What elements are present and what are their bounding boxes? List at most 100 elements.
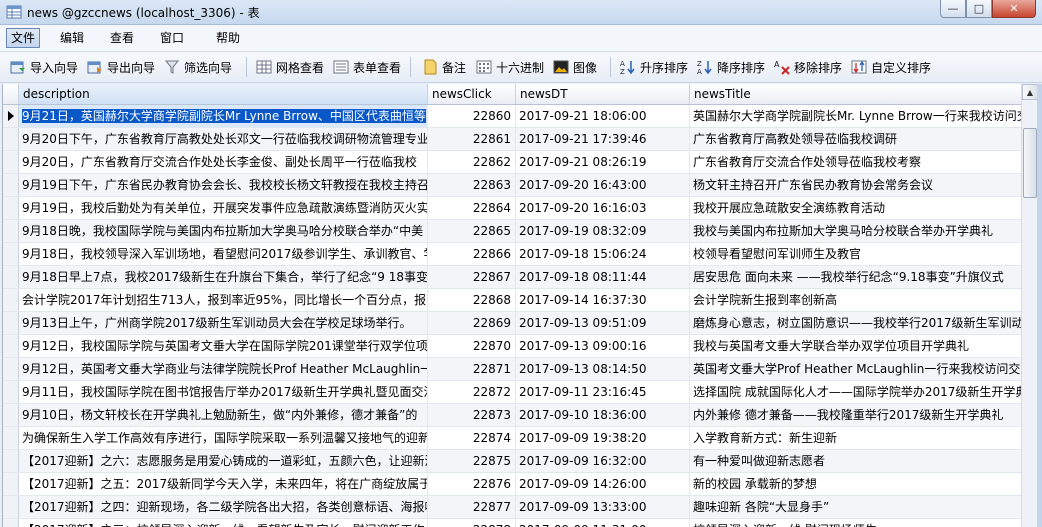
table-row[interactable]: 9月18日晚，我校国际学院与美国内布拉斯加大学奥马哈分校联合举办“中美 22865…: [3, 220, 1022, 243]
image-button[interactable]: 图像: [553, 58, 597, 76]
cell-description[interactable]: 9月18日早上7点，我校2017级新生在升旗台下集合，举行了纪念“9 18事变: [19, 266, 428, 288]
close-button[interactable]: ✕: [992, 0, 1036, 18]
table-row[interactable]: 9月21日，英国赫尔大学商学院副院长Mr Lynne Brrow、中国区代表曲恒…: [3, 105, 1022, 128]
cell-newsclick[interactable]: 22878: [428, 519, 516, 527]
table-row[interactable]: 【2017迎新】之四：迎新现场，各二级学院各出大招，各类创意标语、海报吸 2287…: [3, 496, 1022, 519]
cell-newsclick[interactable]: 22863: [428, 174, 516, 196]
cell-newsclick[interactable]: 22867: [428, 266, 516, 288]
cell-newsclick[interactable]: 22870: [428, 335, 516, 357]
column-header-newstitle[interactable]: newsTitle: [690, 84, 1022, 104]
cell-newstitle[interactable]: 英国考文垂大学Prof Heather McLaughlin一行来我校访问交流: [690, 358, 1022, 380]
row-selector[interactable]: [3, 220, 19, 242]
cell-newstitle[interactable]: 趣味迎新 各院“大显身手”: [690, 496, 1022, 518]
cell-newsdt[interactable]: 2017-09-14 16:37:30: [516, 289, 690, 311]
cell-description[interactable]: 9月20日，广东省教育厅交流合作处处长李金俊、副处长周平一行莅临我校: [19, 151, 428, 173]
row-selector[interactable]: [3, 427, 19, 449]
row-selector[interactable]: [3, 473, 19, 495]
row-selector[interactable]: [3, 312, 19, 334]
cell-newsclick[interactable]: 22866: [428, 243, 516, 265]
cell-newstitle[interactable]: 我校与美国内布拉斯加大学奥马哈分校联合举办开学典礼: [690, 220, 1022, 242]
scroll-thumb[interactable]: [1023, 128, 1037, 198]
cell-newstitle[interactable]: 广东省教育厅交流合作处领导莅临我校考察: [690, 151, 1022, 173]
cell-description[interactable]: 9月19日，我校后勤处为有关单位，开展突发事件应急疏散演练暨消防灭火实: [19, 197, 428, 219]
cell-newstitle[interactable]: 会计学院新生报到率创新高: [690, 289, 1022, 311]
table-row[interactable]: 【2017迎新】之六：志愿服务是用爱心铸成的一道彩虹，五颜六色，让迎新活 2287…: [3, 450, 1022, 473]
cell-description[interactable]: 【2017迎新】之四：迎新现场，各二级学院各出大招，各类创意标语、海报吸: [19, 496, 428, 518]
cell-description[interactable]: 会计学院2017年计划招生713人，报到率近95%，同比增长一个百分点，报到: [19, 289, 428, 311]
hex-button[interactable]: 十六进制: [476, 58, 544, 76]
cell-newsdt[interactable]: 2017-09-21 18:06:00: [516, 105, 690, 127]
cell-newsdt[interactable]: 2017-09-09 11:31:00: [516, 519, 690, 527]
memo-button[interactable]: 备注: [422, 58, 466, 76]
cell-newsclick[interactable]: 22877: [428, 496, 516, 518]
row-selector[interactable]: [3, 105, 19, 127]
maximize-button[interactable]: □: [966, 0, 992, 18]
cell-newsclick[interactable]: 22872: [428, 381, 516, 403]
menu-file[interactable]: 文件: [6, 28, 41, 48]
row-selector[interactable]: [3, 335, 19, 357]
custom-sort-button[interactable]: 自定义排序: [851, 58, 931, 76]
cell-newsdt[interactable]: 2017-09-18 08:11:44: [516, 266, 690, 288]
scroll-up-arrow[interactable]: ▲: [1022, 84, 1038, 100]
cell-newsclick[interactable]: 22860: [428, 105, 516, 127]
table-row[interactable]: 9月18日早上7点，我校2017级新生在升旗台下集合，举行了纪念“9 18事变 2…: [3, 266, 1022, 289]
table-row[interactable]: 9月20日下午，广东省教育厅高教处处长邓文一行莅临我校调研物流管理专业 22861…: [3, 128, 1022, 151]
table-row[interactable]: 9月12日，我校国际学院与英国考文垂大学在国际学院201课堂举行双学位项 2287…: [3, 335, 1022, 358]
cell-newsdt[interactable]: 2017-09-21 08:26:19: [516, 151, 690, 173]
cell-newsdt[interactable]: 2017-09-09 14:26:00: [516, 473, 690, 495]
cell-newstitle[interactable]: 新的校园 承载新的梦想: [690, 473, 1022, 495]
cell-newstitle[interactable]: 磨炼身心意志，树立国防意识——我校举行2017级新生军训动: [690, 312, 1022, 334]
cell-description[interactable]: 9月21日，英国赫尔大学商学院副院长Mr Lynne Brrow、中国区代表曲恒…: [19, 105, 428, 127]
cell-description[interactable]: 为确保新生入学工作高效有序进行，国际学院采取一系列温馨又接地气的迎新方法: [19, 427, 428, 449]
cell-newsclick[interactable]: 22873: [428, 404, 516, 426]
table-row[interactable]: 9月19日，我校后勤处为有关单位，开展突发事件应急疏散演练暨消防灭火实 22864…: [3, 197, 1022, 220]
sort-descending-button[interactable]: ZA 降序排序: [697, 58, 765, 76]
cell-newsclick[interactable]: 22862: [428, 151, 516, 173]
cell-newstitle[interactable]: 居安思危 面向未来 ——我校举行纪念“9.18事变”升旗仪式: [690, 266, 1022, 288]
table-row[interactable]: 【2017迎新】之三：校领导深入迎新一线，看望新生及家长，慰问迎新工作人员 228…: [3, 519, 1022, 527]
menu-edit[interactable]: 编辑: [56, 29, 88, 47]
row-selector[interactable]: [3, 151, 19, 173]
sort-ascending-button[interactable]: AZ 升序排序: [620, 58, 688, 76]
table-row[interactable]: 为确保新生入学工作高效有序进行，国际学院采取一系列温馨又接地气的迎新方法 2287…: [3, 427, 1022, 450]
cell-description[interactable]: 9月10日，杨文轩校长在开学典礼上勉励新生，做“内外兼修，德才兼备”的: [19, 404, 428, 426]
table-row[interactable]: 9月10日，杨文轩校长在开学典礼上勉励新生，做“内外兼修，德才兼备”的 22873…: [3, 404, 1022, 427]
cell-newstitle[interactable]: 校领导看望慰问军训师生及教官: [690, 243, 1022, 265]
import-wizard-button[interactable]: 导入向导: [10, 58, 78, 76]
row-selector[interactable]: [3, 404, 19, 426]
cell-newstitle[interactable]: 选择国院 成就国际化人才——国际学院举办2017级新生开学典: [690, 381, 1022, 403]
cell-newstitle[interactable]: 我校与英国考文垂大学联合举办双学位项目开学典礼: [690, 335, 1022, 357]
cell-newsdt[interactable]: 2017-09-09 13:33:00: [516, 496, 690, 518]
cell-newsdt[interactable]: 2017-09-13 09:00:16: [516, 335, 690, 357]
cell-newstitle[interactable]: 内外兼修 德才兼备——我校隆重举行2017级新生开学典礼: [690, 404, 1022, 426]
cell-newsdt[interactable]: 2017-09-21 17:39:46: [516, 128, 690, 150]
cell-newsclick[interactable]: 22876: [428, 473, 516, 495]
cell-description[interactable]: 【2017迎新】之五：2017级新同学今天入学，未来四年，将在广商绽放属于: [19, 473, 428, 495]
column-header-description[interactable]: description: [19, 84, 428, 104]
cell-newsclick[interactable]: 22871: [428, 358, 516, 380]
cell-newsclick[interactable]: 22874: [428, 427, 516, 449]
table-row[interactable]: 9月20日，广东省教育厅交流合作处处长李金俊、副处长周平一行莅临我校 22862 2…: [3, 151, 1022, 174]
menu-help[interactable]: 帮助: [212, 29, 244, 47]
row-selector[interactable]: [3, 197, 19, 219]
table-row[interactable]: 9月18日，我校领导深入军训场地，看望慰问2017级参训学生、承训教官、学 228…: [3, 243, 1022, 266]
row-selector[interactable]: [3, 174, 19, 196]
grid-view-button[interactable]: 网格查看: [256, 58, 324, 76]
cell-newstitle[interactable]: 我校开展应急疏散安全演练教育活动: [690, 197, 1022, 219]
row-selector[interactable]: [3, 450, 19, 472]
table-row[interactable]: 9月19日下午，广东省民办教育协会会长、我校校长杨文轩教授在我校主持召 22863…: [3, 174, 1022, 197]
cell-newstitle[interactable]: 英国赫尔大学商学院副院长Mr. Lynne Brrow一行来我校访问交: [690, 105, 1022, 127]
cell-description[interactable]: 9月13日上午，广州商学院2017级新生军训动员大会在学校足球场举行。: [19, 312, 428, 334]
cell-newstitle[interactable]: 有一种爱叫做迎新志愿者: [690, 450, 1022, 472]
cell-newsdt[interactable]: 2017-09-09 16:32:00: [516, 450, 690, 472]
table-row[interactable]: 会计学院2017年计划招生713人，报到率近95%，同比增长一个百分点，报到 22…: [3, 289, 1022, 312]
column-header-newsclick[interactable]: newsClick: [428, 84, 516, 104]
cell-description[interactable]: 9月18日，我校领导深入军训场地，看望慰问2017级参训学生、承训教官、学: [19, 243, 428, 265]
cell-newsdt[interactable]: 2017-09-20 16:43:00: [516, 174, 690, 196]
cell-description[interactable]: 9月20日下午，广东省教育厅高教处处长邓文一行莅临我校调研物流管理专业: [19, 128, 428, 150]
cell-newsdt[interactable]: 2017-09-19 08:32:09: [516, 220, 690, 242]
cell-newstitle[interactable]: 广东省教育厅高教处领导莅临我校调研: [690, 128, 1022, 150]
cell-description[interactable]: 9月12日，我校国际学院与英国考文垂大学在国际学院201课堂举行双学位项: [19, 335, 428, 357]
cell-newstitle[interactable]: 入学教育新方式：新生迎新: [690, 427, 1022, 449]
cell-newsdt[interactable]: 2017-09-20 16:16:03: [516, 197, 690, 219]
